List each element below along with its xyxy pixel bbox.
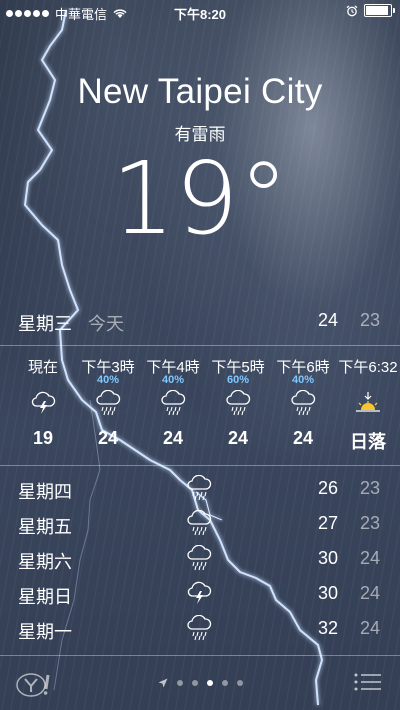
page-dot-active	[206, 680, 213, 686]
page-dot	[176, 680, 183, 686]
rain-icon	[96, 390, 121, 416]
city-name: New Taipei City	[77, 72, 323, 111]
page-dot	[191, 680, 198, 686]
page-indicator[interactable]	[0, 678, 400, 688]
daily-low: 23	[359, 513, 380, 533]
hour-precip: 60%	[226, 374, 250, 386]
hour-precip: 40%	[161, 374, 185, 386]
location-arrow-icon	[158, 678, 167, 688]
daily-day-name: 星期六	[18, 552, 72, 572]
daily-low: 24	[359, 583, 380, 603]
daily-high: 26	[317, 478, 338, 498]
hour-item: 下午3時 40% 24	[73, 356, 143, 449]
hour-item: 下午6時 40% 24	[268, 356, 338, 449]
hour-temp: 24	[227, 428, 249, 448]
rain-icon	[187, 475, 212, 501]
today-low: 23	[359, 310, 380, 330]
today-label: 今天	[88, 314, 124, 334]
hour-temp: 24	[97, 428, 119, 448]
status-bar: 中華電信 下午8:20	[0, 0, 400, 22]
alarm-clock-icon	[346, 4, 358, 16]
divider-middle	[0, 465, 400, 466]
daily-high: 32	[317, 618, 338, 638]
hour-time: 下午3時	[81, 359, 135, 376]
daily-row: 星期五 27 23	[0, 510, 400, 548]
bottom-toolbar	[0, 658, 400, 710]
hour-item: 下午4時 40% 24	[138, 356, 208, 449]
hour-time: 下午6:32	[338, 359, 398, 376]
hour-time: 下午6時	[276, 359, 330, 376]
daily-day-name: 星期日	[18, 587, 72, 607]
city-list-button-icon[interactable]	[354, 672, 382, 692]
daily-day-name: 星期四	[18, 482, 72, 502]
hour-precip: 40%	[291, 374, 315, 386]
current-temperature: 19°	[111, 140, 289, 257]
today-day-name: 星期三	[18, 314, 72, 334]
rain-icon	[161, 390, 186, 416]
hour-time: 下午5時	[211, 359, 265, 376]
hour-item: 下午5時 60% 24	[203, 356, 273, 449]
hour-temp: 日落	[350, 432, 386, 452]
daily-high: 27	[317, 513, 338, 533]
hour-item: 現在 19	[8, 356, 78, 449]
hourly-forecast[interactable]: 現在 19 下午3時 40% 24 下午4時 40% 24 下午5時 60% 2…	[0, 356, 400, 456]
daily-forecast: 星期四 26 23 星期五 27 23 星期六 30 24 星期日 30 24	[0, 475, 400, 653]
hour-precip	[333, 374, 400, 388]
today-high: 24	[317, 310, 338, 330]
status-time: 下午8:20	[173, 7, 227, 22]
daily-row: 星期日 30 24	[0, 581, 400, 618]
daily-low: 23	[359, 478, 380, 498]
page-dot	[221, 680, 228, 686]
hour-precip	[8, 374, 78, 388]
hour-precip: 40%	[96, 374, 120, 386]
hour-item: 下午6:32 日落	[333, 356, 400, 454]
hour-time: 下午4時	[146, 359, 200, 376]
daily-low: 24	[359, 548, 380, 568]
rain-icon	[291, 390, 316, 416]
rain-icon	[187, 510, 212, 536]
battery-icon	[364, 4, 395, 17]
daily-row: 星期四 26 23	[0, 475, 400, 513]
rain-icon	[187, 545, 212, 571]
hour-temp: 19	[32, 428, 54, 448]
thunderstorm-icon	[31, 391, 56, 414]
daily-row: 星期一 32 24	[0, 615, 400, 653]
rain-icon	[187, 615, 212, 641]
daily-low: 24	[359, 618, 380, 638]
daily-high: 30	[317, 583, 338, 603]
divider-bottom	[0, 655, 400, 656]
hour-temp: 24	[162, 428, 184, 448]
today-summary-row: 星期三 今天 24 23	[0, 310, 400, 336]
sunset-icon	[356, 392, 380, 412]
hour-time: 現在	[27, 359, 58, 376]
daily-day-name: 星期一	[18, 622, 72, 642]
rain-icon	[226, 390, 251, 416]
daily-row: 星期六 30 24	[0, 545, 400, 583]
daily-high: 30	[317, 548, 338, 568]
thunderstorm-icon	[187, 581, 212, 604]
page-dot	[236, 680, 243, 686]
hour-temp: 24	[292, 428, 314, 448]
daily-day-name: 星期五	[18, 517, 72, 537]
divider-top	[0, 345, 400, 346]
